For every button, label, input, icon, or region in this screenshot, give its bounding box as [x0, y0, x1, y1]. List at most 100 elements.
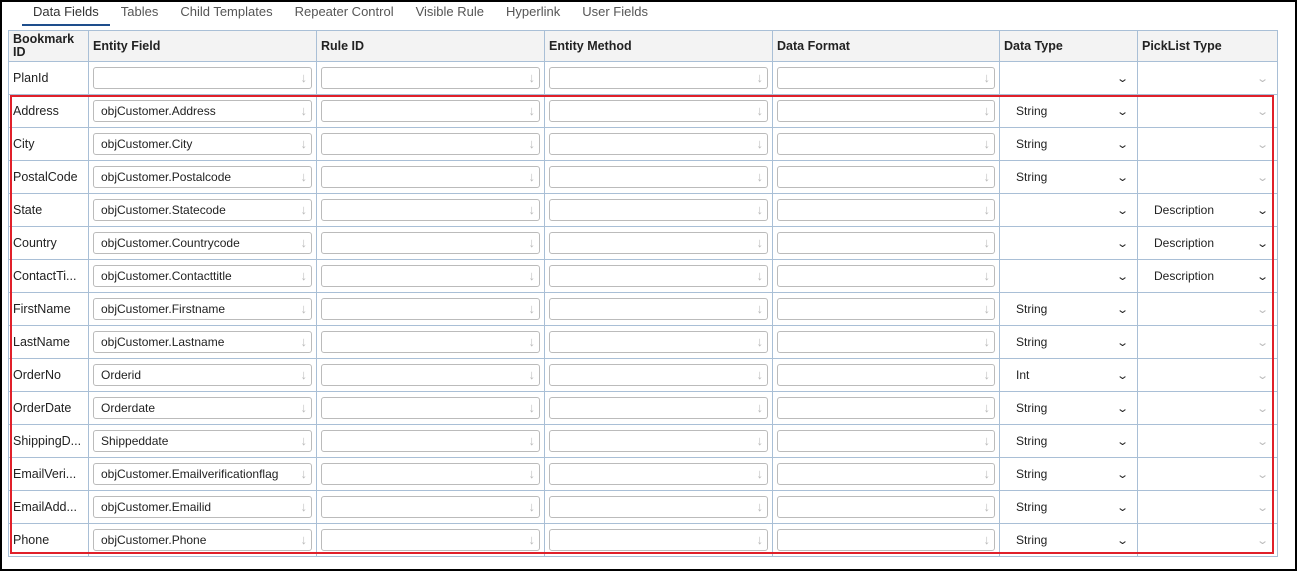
tab-tables[interactable]: Tables	[110, 0, 170, 26]
tab-hyperlink[interactable]: Hyperlink	[495, 0, 571, 26]
data-type-value: String	[1016, 170, 1048, 184]
data-format-input[interactable]: ↓	[777, 199, 995, 221]
rule-id-input[interactable]: ↓	[321, 100, 540, 122]
rule-id-input[interactable]: ↓	[321, 529, 540, 551]
entity-method-input[interactable]: ↓	[549, 397, 768, 419]
data-format-input[interactable]: ↓	[777, 265, 995, 287]
picklist-type-select[interactable]: ⌄	[1142, 138, 1273, 151]
entity-field-input[interactable]: objCustomer.City ↓	[93, 133, 312, 155]
entity-method-input[interactable]: ↓	[549, 496, 768, 518]
picklist-type-select[interactable]: ⌄	[1142, 534, 1273, 547]
data-type-select[interactable]: String ⌄	[1004, 170, 1133, 184]
data-type-select[interactable]: String ⌄	[1004, 401, 1133, 415]
entity-field-input[interactable]: objCustomer.Statecode ↓	[93, 199, 312, 221]
data-format-input[interactable]: ↓	[777, 133, 995, 155]
picklist-type-select[interactable]: ⌄	[1142, 72, 1273, 85]
data-type-select[interactable]: Int ⌄	[1004, 368, 1133, 382]
rule-id-input[interactable]: ↓	[321, 463, 540, 485]
picklist-type-select[interactable]: ⌄	[1142, 369, 1273, 382]
entity-field-input[interactable]: Shippeddate ↓	[93, 430, 312, 452]
data-type-select[interactable]: ⌄	[1004, 237, 1133, 250]
picklist-type-select[interactable]: ⌄	[1142, 402, 1273, 415]
rule-id-input[interactable]: ↓	[321, 67, 540, 89]
data-type-select[interactable]: ⌄	[1004, 204, 1133, 217]
picklist-type-select[interactable]: ⌄	[1142, 468, 1273, 481]
entity-method-input[interactable]: ↓	[549, 298, 768, 320]
entity-field-input[interactable]: objCustomer.Emailid ↓	[93, 496, 312, 518]
entity-field-input[interactable]: objCustomer.Lastname ↓	[93, 331, 312, 353]
picklist-type-select[interactable]: Description ⌄	[1142, 203, 1273, 217]
entity-method-input[interactable]: ↓	[549, 133, 768, 155]
rule-id-input[interactable]: ↓	[321, 496, 540, 518]
picklist-type-select[interactable]: Description ⌄	[1142, 269, 1273, 283]
rule-id-input[interactable]: ↓	[321, 430, 540, 452]
entity-method-input[interactable]: ↓	[549, 265, 768, 287]
entity-method-input[interactable]: ↓	[549, 331, 768, 353]
entity-method-input[interactable]: ↓	[549, 463, 768, 485]
entity-method-input[interactable]: ↓	[549, 100, 768, 122]
entity-method-input[interactable]: ↓	[549, 430, 768, 452]
picklist-type-select[interactable]: ⌄	[1142, 303, 1273, 316]
data-type-select[interactable]: String ⌄	[1004, 137, 1133, 151]
data-format-input[interactable]: ↓	[777, 364, 995, 386]
data-type-select[interactable]: String ⌄	[1004, 533, 1133, 547]
rule-id-input[interactable]: ↓	[321, 364, 540, 386]
data-format-input[interactable]: ↓	[777, 232, 995, 254]
data-type-select[interactable]: String ⌄	[1004, 500, 1133, 514]
data-format-input[interactable]: ↓	[777, 166, 995, 188]
entity-field-input[interactable]: objCustomer.Contacttitle ↓	[93, 265, 312, 287]
data-format-input[interactable]: ↓	[777, 298, 995, 320]
data-type-select[interactable]: String ⌄	[1004, 302, 1133, 316]
table-row: OrderDate Orderdate ↓ ↓ ↓ ↓ String ⌄ ⌄	[8, 391, 1278, 425]
rule-id-input[interactable]: ↓	[321, 133, 540, 155]
tab-user-fields[interactable]: User Fields	[571, 0, 659, 26]
entity-field-input[interactable]: objCustomer.Postalcode ↓	[93, 166, 312, 188]
rule-id-input[interactable]: ↓	[321, 265, 540, 287]
data-format-input[interactable]: ↓	[777, 496, 995, 518]
data-format-input[interactable]: ↓	[777, 430, 995, 452]
rule-id-input[interactable]: ↓	[321, 331, 540, 353]
tab-visible-rule[interactable]: Visible Rule	[405, 0, 495, 26]
entity-method-input[interactable]: ↓	[549, 232, 768, 254]
picklist-type-select[interactable]: ⌄	[1142, 336, 1273, 349]
entity-field-input[interactable]: ↓	[93, 67, 312, 89]
entity-method-input[interactable]: ↓	[549, 364, 768, 386]
data-type-select[interactable]: String ⌄	[1004, 467, 1133, 481]
data-format-input[interactable]: ↓	[777, 463, 995, 485]
entity-field-input[interactable]: Orderdate ↓	[93, 397, 312, 419]
data-type-select[interactable]: String ⌄	[1004, 104, 1133, 118]
entity-method-input[interactable]: ↓	[549, 529, 768, 551]
rule-id-input[interactable]: ↓	[321, 298, 540, 320]
entity-field-input[interactable]: objCustomer.Countrycode ↓	[93, 232, 312, 254]
data-type-select[interactable]: String ⌄	[1004, 434, 1133, 448]
picklist-type-select[interactable]: ⌄	[1142, 501, 1273, 514]
rule-id-input[interactable]: ↓	[321, 397, 540, 419]
arrow-down-icon: ↓	[983, 103, 991, 118]
data-format-input[interactable]: ↓	[777, 529, 995, 551]
data-type-select[interactable]: String ⌄	[1004, 335, 1133, 349]
data-format-input[interactable]: ↓	[777, 100, 995, 122]
entity-field-input[interactable]: objCustomer.Address ↓	[93, 100, 312, 122]
entity-field-input[interactable]: objCustomer.Firstname ↓	[93, 298, 312, 320]
entity-field-input[interactable]: objCustomer.Phone ↓	[93, 529, 312, 551]
entity-method-input[interactable]: ↓	[549, 67, 768, 89]
picklist-type-select[interactable]: ⌄	[1142, 105, 1273, 118]
rule-id-input[interactable]: ↓	[321, 199, 540, 221]
entity-field-input[interactable]: Orderid ↓	[93, 364, 312, 386]
tab-child-templates[interactable]: Child Templates	[169, 0, 283, 26]
tab-repeater-control[interactable]: Repeater Control	[284, 0, 405, 26]
rule-id-input[interactable]: ↓	[321, 232, 540, 254]
picklist-type-select[interactable]: ⌄	[1142, 171, 1273, 184]
picklist-type-select[interactable]: ⌄	[1142, 435, 1273, 448]
data-format-input[interactable]: ↓	[777, 67, 995, 89]
data-type-select[interactable]: ⌄	[1004, 270, 1133, 283]
tab-data-fields[interactable]: Data Fields	[22, 0, 110, 26]
entity-method-input[interactable]: ↓	[549, 199, 768, 221]
data-format-input[interactable]: ↓	[777, 397, 995, 419]
rule-id-input[interactable]: ↓	[321, 166, 540, 188]
data-format-input[interactable]: ↓	[777, 331, 995, 353]
entity-field-input[interactable]: objCustomer.Emailverificationflag ↓	[93, 463, 312, 485]
entity-method-input[interactable]: ↓	[549, 166, 768, 188]
picklist-type-select[interactable]: Description ⌄	[1142, 236, 1273, 250]
data-type-select[interactable]: ⌄	[1004, 72, 1133, 85]
